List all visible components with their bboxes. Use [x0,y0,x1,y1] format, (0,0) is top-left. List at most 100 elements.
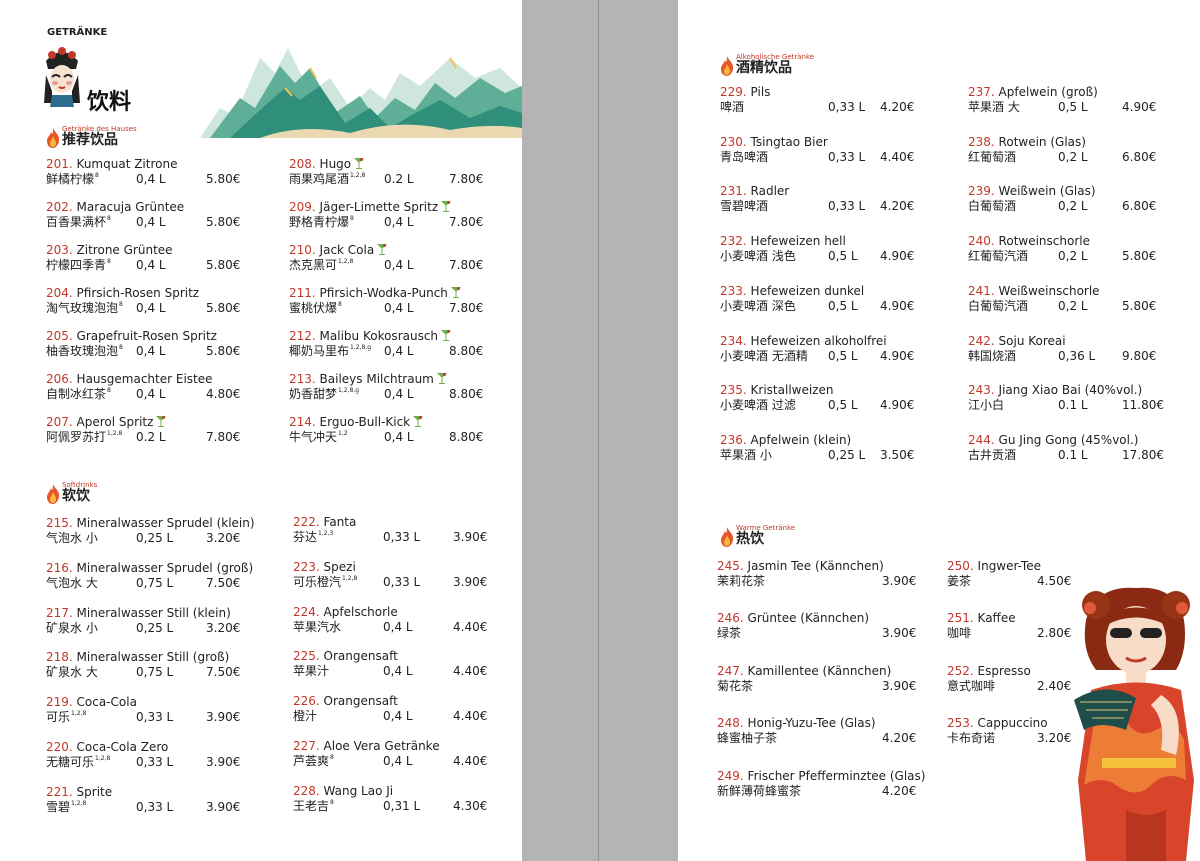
item-number: 244. [968,432,995,447]
item-chinese-name: 百香果满杯8 [46,215,111,230]
item-number: 208. [289,157,316,171]
menu-item: 220. Coca-Cola Zero 无糖可乐1,2,8 0,33 L 3.90€ [46,740,240,770]
item-price: 3.90€ [882,574,917,588]
item-detail-row: 红葡萄汽酒 0,2 L 5.80€ [968,249,1156,264]
item-title: 215. Mineralwasser Sprudel (klein) [46,516,255,531]
item-detail-row: 矿泉水 大 0,75 L 7.50€ [46,665,240,680]
item-name: Pfirsich-Rosen Spritz [76,286,200,300]
item-volume: 0,4 L [136,172,166,186]
item-price: 4.20€ [882,783,917,798]
item-name: Kaffee [977,611,1016,626]
item-name: Aloe Vera Getränke [323,739,440,753]
item-detail-row: 芦荟爽8 0,4 L 4.40€ [293,754,487,769]
menu-item: 248. Honig-Yuzu-Tee (Glas) 蜂蜜柚子茶 4.20€ [717,716,916,746]
item-price: 7.80€ [449,301,484,315]
item-detail-row: 小麦啤酒 无酒精 0,5 L 4.90€ [720,349,914,364]
item-price: 4.40€ [453,709,488,724]
item-detail-row: 无糖可乐1,2,8 0,33 L 3.90€ [46,755,240,770]
item-name: Rotwein (Glas) [998,134,1086,149]
item-volume: 0,33 L [828,199,866,214]
item-chinese-text: 杰克黑可 [289,258,338,272]
item-number: 243. [968,383,995,398]
item-chinese-text: 卡布奇诺 [947,731,996,746]
item-chinese-text: 韩国烧酒 [968,348,1017,363]
item-chinese-name: 橙汁 [293,709,317,724]
item-title: 238. Rotwein (Glas) [968,135,1086,150]
item-name: Hefeweizen alkoholfrei [750,333,887,348]
item-price: 5.80€ [206,215,241,229]
item-allergen-note: 8 [338,301,342,308]
item-chinese-text: 淘气玫瑰泡泡 [46,301,119,315]
item-chinese-name: 柚香玫瑰泡泡8 [46,344,123,359]
item-volume: 0,4 L [384,215,414,229]
menu-item: 214. Erguo-Bull-Kick 牛气冲天1,2 0,4 L 8.80€ [289,415,483,445]
menu-item: 241. Weißweinschorle 白葡萄汽酒 0,2 L 5.80€ [968,284,1156,314]
item-detail-row: 苹果酒 小 0,25 L 3.50€ [720,448,914,463]
item-number: 210. [289,243,316,257]
item-chinese-text: 白葡萄酒 [968,199,1017,214]
item-chinese-text: 苹果酒 大 [968,100,1020,114]
item-title: 240. Rotweinschorle [968,234,1090,249]
item-chinese-name: 蜂蜜柚子茶 [717,731,777,746]
item-name: Hausgemachter Eistee [76,372,213,386]
item-name: Kamillentee (Kännchen) [747,663,892,678]
item-name: Jiang Xiao Bai (40%vol.) [998,383,1143,398]
item-number: 205. [46,329,73,343]
item-chinese-name: 鲜橘柠檬8 [46,172,99,187]
item-chinese-text: 柠檬四季青 [46,258,107,272]
item-name: Grapefruit-Rosen Spritz [76,329,217,343]
item-volume: 0,4 L [136,258,166,272]
menu-item: 219. Coca-Cola 可乐1,2,8 0,33 L 3.90€ [46,695,240,725]
item-title: 208. Hugo [289,157,365,172]
item-title: 252. Espresso [947,664,1031,679]
item-price: 3.90€ [206,710,241,725]
item-name: Sprite [76,784,113,799]
item-volume: 0,33 L [383,574,421,589]
item-chinese-text: 江小白 [968,398,1005,413]
item-detail-row: 新鲜薄荷蜂蜜茶 4.20€ [717,784,925,799]
item-name: Mineralwasser Still (groß) [76,650,230,665]
item-name: Erguo-Bull-Kick [319,415,411,429]
item-chinese-name: 咖啡 [947,626,971,641]
item-number: 242. [968,333,995,348]
item-chinese-text: 菊花茶 [717,678,754,693]
cocktail-glass-icon [450,287,461,298]
item-price: 4.40€ [453,619,488,634]
item-price: 4.90€ [1122,100,1157,114]
menu-item: 217. Mineralwasser Still (klein) 矿泉水 小 0,2… [46,606,240,636]
item-name: Coca-Cola Zero [76,740,169,754]
item-chinese-text: 青岛啤酒 [720,149,769,164]
item-chinese-name: 气泡水 大 [46,576,98,591]
item-detail-row: 可乐橙汽1,2,8 0,33 L 3.90€ [293,575,487,590]
item-detail-row: 红葡萄酒 0,2 L 6.80€ [968,149,1156,165]
item-title: 251. Kaffee [947,611,1016,626]
item-chinese-text: 红葡萄酒 [968,149,1017,164]
menu-item: 215. Mineralwasser Sprudel (klein) 气泡水 小 0… [46,516,255,546]
item-title: 201. Kumquat Zitrone [46,157,177,172]
item-price: 3.20€ [206,531,241,545]
item-title: 250. Ingwer-Tee [947,559,1041,574]
item-price: 5.80€ [206,301,241,315]
item-chinese-name: 绿茶 [717,626,741,641]
item-chinese-text: 咖啡 [947,626,972,641]
item-number: 220. [46,740,73,754]
item-detail-row: 奶香甜梦1,2,8,g 0,4 L 8.80€ [289,387,483,402]
item-number: 224. [293,604,320,619]
item-volume: 0,4 L [136,344,166,358]
item-title: 229. Pils [720,85,770,100]
item-detail-row: 白葡萄汽酒 0,2 L 5.80€ [968,299,1156,314]
item-number: 214. [289,415,316,429]
menu-item: 202. Maracuja Grüntee 百香果满杯8 0,4 L 5.80€ [46,200,240,230]
item-chinese-name: 卡布奇诺 [947,731,995,746]
item-title: 210. Jack Cola [289,243,388,258]
item-price: 4.40€ [880,149,915,164]
item-price: 5.80€ [206,172,241,186]
item-chinese-name: 淘气玫瑰泡泡8 [46,301,123,316]
item-title: 214. Erguo-Bull-Kick [289,415,424,430]
item-name: Baileys Milchtraum [319,372,434,386]
item-detail-row: 卡布奇诺 3.20€ [947,731,1071,746]
menu-item: 228. Wang Lao Ji 王老吉8 0,31 L 4.30€ [293,784,487,814]
cocktail-glass-icon [436,373,447,384]
item-chinese-text: 茉莉花茶 [717,574,766,588]
menu-item: 223. Spezi 可乐橙汽1,2,8 0,33 L 3.90€ [293,560,487,590]
